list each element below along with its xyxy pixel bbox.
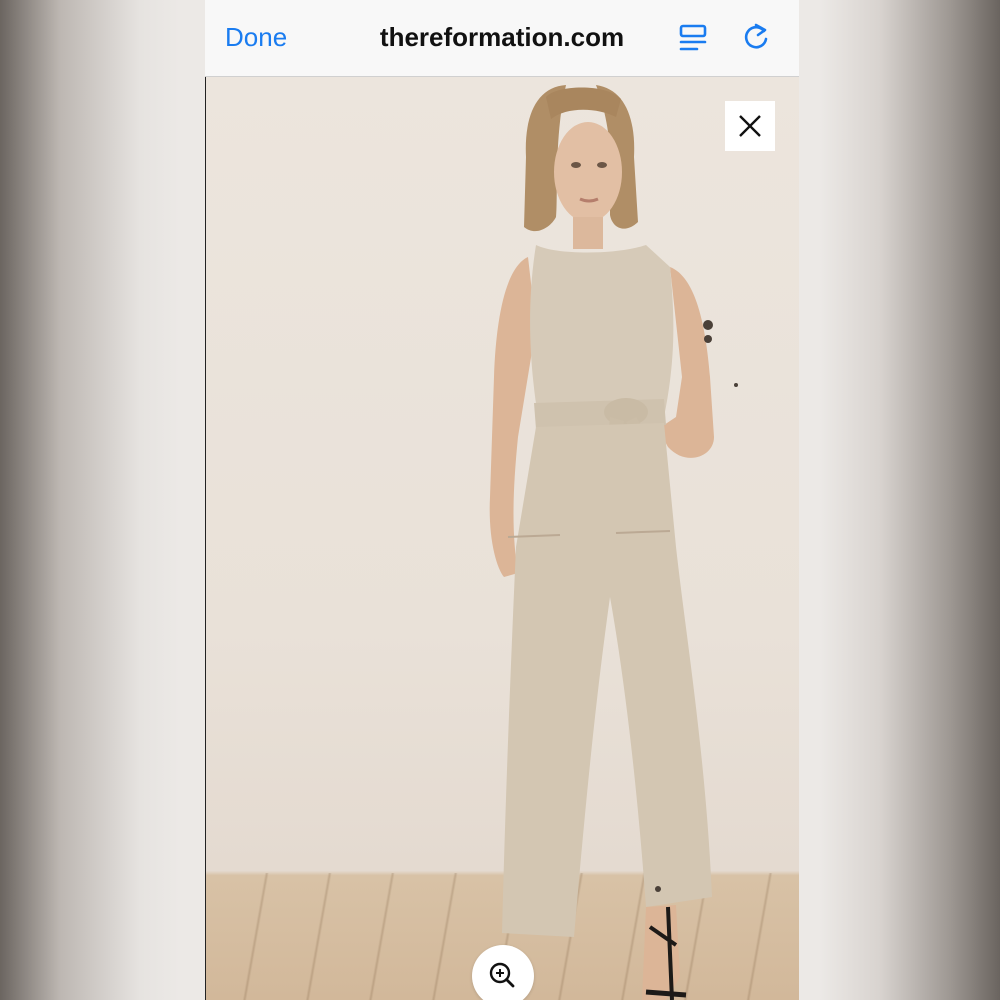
reader-mode-icon[interactable] (677, 22, 709, 54)
model-figure (489, 85, 738, 1000)
reload-icon[interactable] (739, 20, 773, 54)
browser-toolbar: Done thereformation.com (205, 0, 799, 77)
product-photo (205, 77, 799, 1000)
zoom-in-icon[interactable] (472, 945, 534, 1000)
phone-screen: Done thereformation.com (205, 0, 799, 1000)
close-icon[interactable] (725, 101, 775, 151)
url-display[interactable]: thereformation.com (205, 22, 799, 53)
